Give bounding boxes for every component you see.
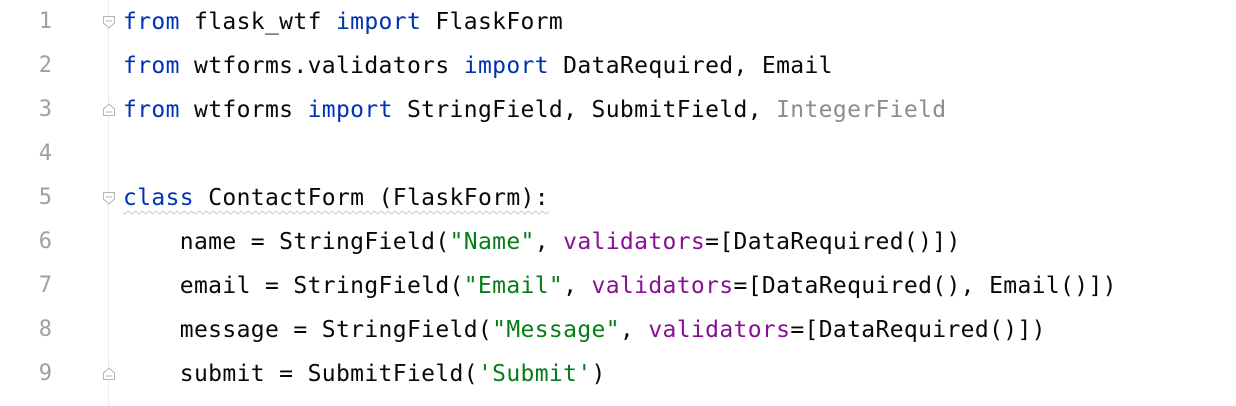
code-token: ContactForm (FlaskForm): <box>194 185 549 211</box>
keyword-token: from <box>123 9 180 35</box>
keyword-token: from <box>123 53 180 79</box>
line-number: 5 <box>38 185 52 210</box>
code-token: wtforms.validators <box>179 53 464 79</box>
code-line[interactable]: 2 from wtforms.validators import DataRequ… <box>0 44 1236 88</box>
line-number: 4 <box>38 141 52 166</box>
code-text[interactable]: from flask_wtf import FlaskForm <box>123 0 563 44</box>
code-line[interactable]: 1 from flask_wtf import FlaskForm <box>0 0 1236 44</box>
keyword-token: class <box>123 185 194 211</box>
line-number: 6 <box>38 229 52 254</box>
code-token: , <box>534 229 564 255</box>
fold-start-icon[interactable] <box>101 14 117 30</box>
line-number: 1 <box>38 9 52 34</box>
line-number: 3 <box>38 97 52 122</box>
string-token: "Email" <box>463 273 564 299</box>
code-token: wtforms <box>179 97 308 123</box>
code-editor[interactable]: 1 from flask_wtf import FlaskForm 2 from wt… <box>0 0 1236 406</box>
line-number: 8 <box>38 317 52 342</box>
code-line[interactable]: 7 email = StringField("Email", validator… <box>0 264 1236 308</box>
fold-start-icon[interactable] <box>101 190 117 206</box>
line-number: 9 <box>38 361 52 386</box>
line-number: 2 <box>38 53 52 78</box>
code-line[interactable]: 5 class ContactForm (FlaskForm): <box>0 176 1236 220</box>
parameter-token: validators <box>563 229 706 255</box>
line-number: 7 <box>38 273 52 298</box>
unused-import-token: IntegerField <box>776 97 947 123</box>
code-token: =[DataRequired(), Email()]) <box>733 273 1117 299</box>
code-text[interactable]: from wtforms import StringField, SubmitF… <box>123 88 946 132</box>
fold-end-icon[interactable] <box>101 102 117 118</box>
keyword-token: import <box>335 9 422 35</box>
code-token: StringField, SubmitField, <box>392 97 777 123</box>
code-token: , <box>619 317 649 343</box>
code-line[interactable]: 4 <box>0 132 1236 176</box>
code-text[interactable]: email = StringField("Email", validators=… <box>123 264 1117 308</box>
code-text[interactable]: submit = SubmitField('Submit') <box>123 352 606 396</box>
string-token: 'Submit' <box>477 361 592 387</box>
code-text[interactable]: message = StringField("Message", validat… <box>123 308 1046 352</box>
code-token: submit = SubmitField( <box>123 361 478 387</box>
string-token: "Name" <box>449 229 535 255</box>
code-token: , <box>563 273 592 299</box>
string-token: "Message" <box>492 317 620 343</box>
code-token: name = StringField( <box>123 229 450 255</box>
parameter-token: validators <box>591 273 734 299</box>
code-token: =[DataRequired()]) <box>790 317 1046 343</box>
fold-end-icon[interactable] <box>101 366 117 382</box>
code-text[interactable]: name = StringField("Name", validators=[D… <box>123 220 961 264</box>
code-token: DataRequired, Email <box>548 53 833 79</box>
code-line[interactable]: 3 from wtforms import StringField, Submit… <box>0 88 1236 132</box>
code-text[interactable]: from wtforms.validators import DataRequi… <box>123 44 833 88</box>
code-token: email = StringField( <box>123 273 464 299</box>
code-token: =[DataRequired()]) <box>705 229 961 255</box>
code-token: ) <box>591 361 606 387</box>
code-token: message = StringField( <box>123 317 493 343</box>
code-token: FlaskForm <box>421 9 564 35</box>
code-line[interactable]: 8 message = StringField("Message", valid… <box>0 308 1236 352</box>
keyword-token: import <box>463 53 549 79</box>
code-text[interactable]: class ContactForm (FlaskForm): <box>123 176 549 220</box>
code-line[interactable]: 9 submit = SubmitField('Submit') <box>0 352 1236 396</box>
code-line[interactable]: 6 name = StringField("Name", validators=… <box>0 220 1236 264</box>
keyword-token: import <box>307 97 393 123</box>
keyword-token: from <box>123 97 180 123</box>
code-token: flask_wtf <box>179 9 336 35</box>
parameter-token: validators <box>648 317 791 343</box>
